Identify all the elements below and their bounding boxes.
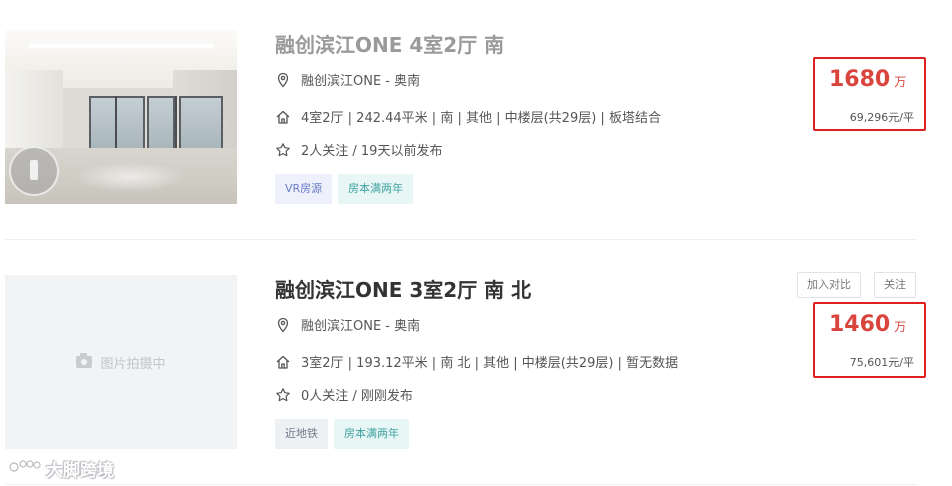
unit-price: 75,601元/平 <box>849 356 914 369</box>
listing-divider <box>5 484 916 485</box>
listing-title[interactable]: 融创滨江ONE 4室2厅 南 <box>275 29 504 58</box>
follow-row: 2人关注 / 19天以前发布 <box>275 140 442 159</box>
unit-price: 69,296元/平 <box>849 111 914 124</box>
camera-icon <box>76 353 93 368</box>
location-pin-icon <box>275 317 291 333</box>
total-price-unit: 万 <box>894 75 907 89</box>
listing-photo[interactable]: 图片拍摄中 <box>5 275 237 449</box>
location-text[interactable]: 融创滨江ONE - 奥南 <box>301 70 420 89</box>
house-info-row: 3室2厅 | 193.12平米 | 南 北 | 其他 | 中楼层(共29层) |… <box>275 352 678 371</box>
house-icon <box>275 109 291 125</box>
total-price: 1680 万 <box>829 67 906 92</box>
price-box: 1460 万 75,601元/平 <box>813 302 926 378</box>
price-box: 1680 万 69,296元/平 <box>813 57 926 131</box>
listing-divider <box>5 239 916 240</box>
location-row: 融创滨江ONE - 奥南 <box>275 315 420 334</box>
follow-row: 0人关注 / 刚刚发布 <box>275 385 413 404</box>
house-icon <box>275 354 291 370</box>
house-info-row: 4室2厅 | 242.44平米 | 南 | 其他 | 中楼层(共29层) | 板… <box>275 107 661 126</box>
house-info-text: 4室2厅 | 242.44平米 | 南 | 其他 | 中楼层(共29层) | 板… <box>301 111 661 126</box>
location-row: 融创滨江ONE - 奥南 <box>275 70 420 89</box>
location-pin-icon <box>275 72 291 88</box>
total-price: 1460 万 <box>829 312 906 337</box>
listing-page: 融创滨江ONE 4室2厅 南 融创滨江ONE - 奥南 4室2厅 | 242.4… <box>0 0 952 486</box>
star-icon <box>275 142 291 158</box>
photo-placeholder-text: 图片拍摄中 <box>100 356 166 372</box>
listing-item: 融创滨江ONE 4室2厅 南 融创滨江ONE - 奥南 4室2厅 | 242.4… <box>0 0 952 240</box>
tag-list: 近地铁 房本满两年 <box>275 419 409 449</box>
location-text[interactable]: 融创滨江ONE - 奥南 <box>301 315 420 334</box>
listing-item: 图片拍摄中 融创滨江ONE 3室2厅 南 北 融创滨江ONE - 奥南 3室2厅… <box>0 241 952 486</box>
total-price-value: 1460 <box>829 312 891 337</box>
listing-photo[interactable] <box>5 30 237 204</box>
follow-button[interactable]: 关注 <box>874 272 916 298</box>
vr-icon[interactable] <box>9 146 59 196</box>
watermark-text: 大脚跨境 <box>46 461 114 481</box>
follow-text: 0人关注 / 刚刚发布 <box>301 389 413 404</box>
total-price-value: 1680 <box>829 67 891 92</box>
listing-title[interactable]: 融创滨江ONE 3室2厅 南 北 <box>275 274 531 303</box>
follow-text: 2人关注 / 19天以前发布 <box>301 144 443 159</box>
star-icon <box>275 387 291 403</box>
tag-certificate: 房本满两年 <box>338 174 414 204</box>
tag-vr: VR房源 <box>275 174 333 204</box>
watermark-logo-icon <box>8 456 42 481</box>
watermark: 大脚跨境 <box>8 456 114 481</box>
photo-placeholder: 图片拍摄中 <box>5 275 237 449</box>
house-info-text: 3室2厅 | 193.12平米 | 南 北 | 其他 | 中楼层(共29层) |… <box>301 356 679 371</box>
add-to-compare-button[interactable]: 加入对比 <box>797 272 861 298</box>
tag-list: VR房源 房本满两年 <box>275 174 414 204</box>
tag-subway: 近地铁 <box>275 419 328 449</box>
tag-certificate: 房本满两年 <box>334 419 409 449</box>
total-price-unit: 万 <box>894 320 907 334</box>
